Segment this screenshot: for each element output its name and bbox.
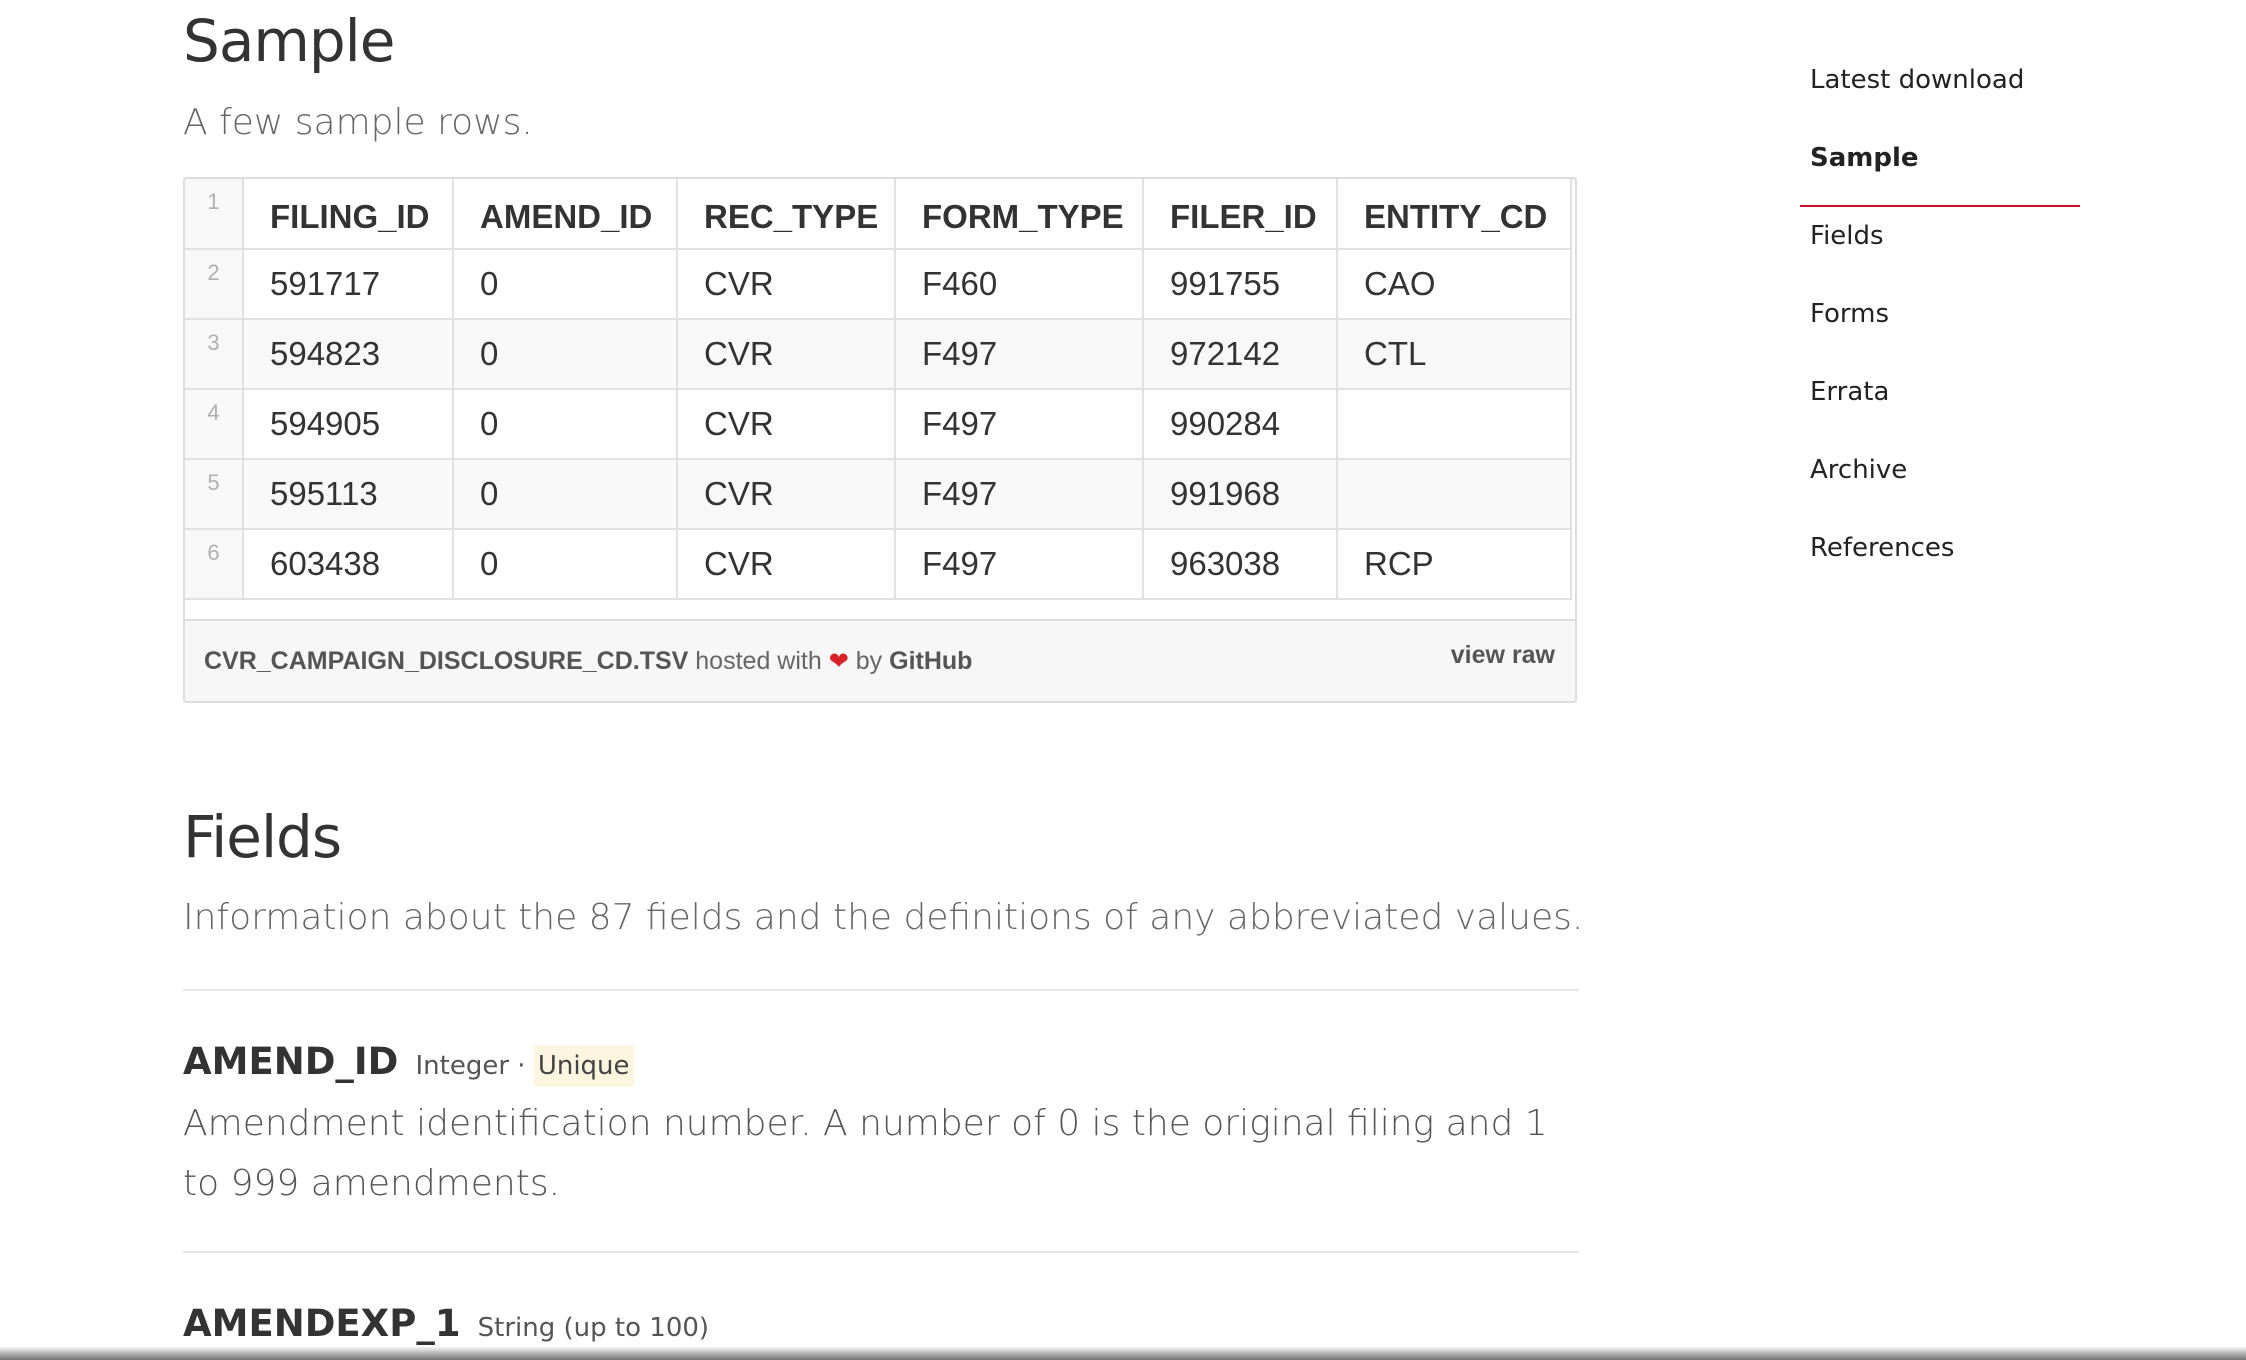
table-cell: 594823: [242, 318, 454, 390]
table-row: 2 591717 0 CVR F460 991755 CAO: [185, 248, 1572, 320]
field-name: AMEND_ID: [183, 1040, 399, 1083]
table-cell: F497: [894, 528, 1144, 600]
field-entry: AMEND_ID Integer · Unique: [183, 1040, 634, 1087]
field-description: Amendment identification number. A numbe…: [183, 1103, 1548, 1204]
heart-icon: ❤: [828, 648, 849, 675]
nav-item-references[interactable]: References: [1800, 524, 2080, 602]
table-cell: 990284: [1142, 388, 1338, 460]
table-row: 3 594823 0 CVR F497 972142 CTL: [185, 318, 1572, 390]
table-cell: F497: [894, 318, 1144, 390]
column-header: ENTITY_CD: [1336, 179, 1572, 250]
fields-description: Information about the 87 fields and the …: [183, 897, 1584, 938]
line-number[interactable]: 6: [185, 528, 244, 600]
nav-item-latest-download[interactable]: Latest download: [1800, 56, 2080, 134]
by-text: by: [855, 647, 883, 675]
table-cell: F497: [894, 388, 1144, 460]
fields-heading: Fields: [183, 803, 342, 871]
table-cell: CTL: [1336, 318, 1572, 390]
table-cell: CVR: [676, 248, 896, 320]
table-header-row: 1 FILING_ID AMEND_ID REC_TYPE FORM_TYPE …: [185, 179, 1572, 250]
hosted-with-text: hosted with: [695, 647, 822, 675]
column-header: FILING_ID: [242, 179, 454, 250]
table-cell: CAO: [1336, 248, 1572, 320]
nav-item-forms[interactable]: Forms: [1800, 290, 2080, 368]
column-header: REC_TYPE: [676, 179, 896, 250]
table-cell: CVR: [676, 318, 896, 390]
field-type: String (up to 100): [477, 1313, 710, 1343]
field-name: AMENDEXP_1: [183, 1302, 461, 1345]
nav-item-errata[interactable]: Errata: [1800, 368, 2080, 446]
sample-heading: Sample: [183, 7, 395, 75]
window-bottom-edge: [0, 1346, 2246, 1360]
table-cell: 0: [452, 528, 678, 600]
table-cell: 591717: [242, 248, 454, 320]
table-cell: F497: [894, 458, 1144, 530]
table-cell: 0: [452, 318, 678, 390]
divider: [183, 989, 1579, 991]
column-header: FORM_TYPE: [894, 179, 1144, 250]
table-cell: 991755: [1142, 248, 1338, 320]
sample-description: A few sample rows.: [183, 102, 533, 143]
unique-badge: Unique: [533, 1045, 634, 1087]
table-cell: 594905: [242, 388, 454, 460]
table-row: 5 595113 0 CVR F497 991968: [185, 458, 1572, 530]
table-row: 4 594905 0 CVR F497 990284: [185, 388, 1572, 460]
table-cell: CVR: [676, 458, 896, 530]
line-number[interactable]: 2: [185, 248, 244, 320]
gist-embed: 1 FILING_ID AMEND_ID REC_TYPE FORM_TYPE …: [183, 177, 1577, 703]
nav-item-archive[interactable]: Archive: [1800, 446, 2080, 524]
github-link[interactable]: GitHub: [889, 647, 972, 675]
table-cell: CVR: [676, 528, 896, 600]
table-cell: 0: [452, 458, 678, 530]
table-cell: 972142: [1142, 318, 1338, 390]
table-cell: 595113: [242, 458, 454, 530]
column-header: FILER_ID: [1142, 179, 1338, 250]
gist-footer: CVR_CAMPAIGN_DISCLOSURE_CD.TSV hosted wi…: [185, 619, 1575, 701]
divider: [183, 1251, 1579, 1253]
table-cell: 0: [452, 248, 678, 320]
line-number[interactable]: 5: [185, 458, 244, 530]
table-cell: 0: [452, 388, 678, 460]
gist-attribution: CVR_CAMPAIGN_DISCLOSURE_CD.TSV hosted wi…: [204, 647, 972, 676]
table-cell: 991968: [1142, 458, 1338, 530]
table-cell: [1336, 458, 1572, 530]
column-header: AMEND_ID: [452, 179, 678, 250]
line-number[interactable]: 3: [185, 318, 244, 390]
view-raw-link[interactable]: view raw: [1451, 641, 1555, 670]
nav-item-sample[interactable]: Sample: [1800, 134, 2080, 212]
table-cell: RCP: [1336, 528, 1572, 600]
line-number[interactable]: 1: [185, 179, 244, 250]
table-cell: [1336, 388, 1572, 460]
gist-file-link[interactable]: CVR_CAMPAIGN_DISCLOSURE_CD.TSV: [204, 647, 688, 675]
sample-data-table: 1 FILING_ID AMEND_ID REC_TYPE FORM_TYPE …: [185, 179, 1572, 600]
table-cell: CVR: [676, 388, 896, 460]
field-type: Integer · Unique: [415, 1045, 634, 1087]
line-number[interactable]: 4: [185, 388, 244, 460]
table-cell: F460: [894, 248, 1144, 320]
field-entry: AMENDEXP_1 String (up to 100): [183, 1302, 709, 1345]
page-nav: Latest download Sample Fields Forms Erra…: [1800, 56, 2080, 602]
table-cell: 963038: [1142, 528, 1338, 600]
nav-item-fields[interactable]: Fields: [1800, 212, 2080, 290]
table-row: 6 603438 0 CVR F497 963038 RCP: [185, 528, 1572, 600]
table-cell: 603438: [242, 528, 454, 600]
